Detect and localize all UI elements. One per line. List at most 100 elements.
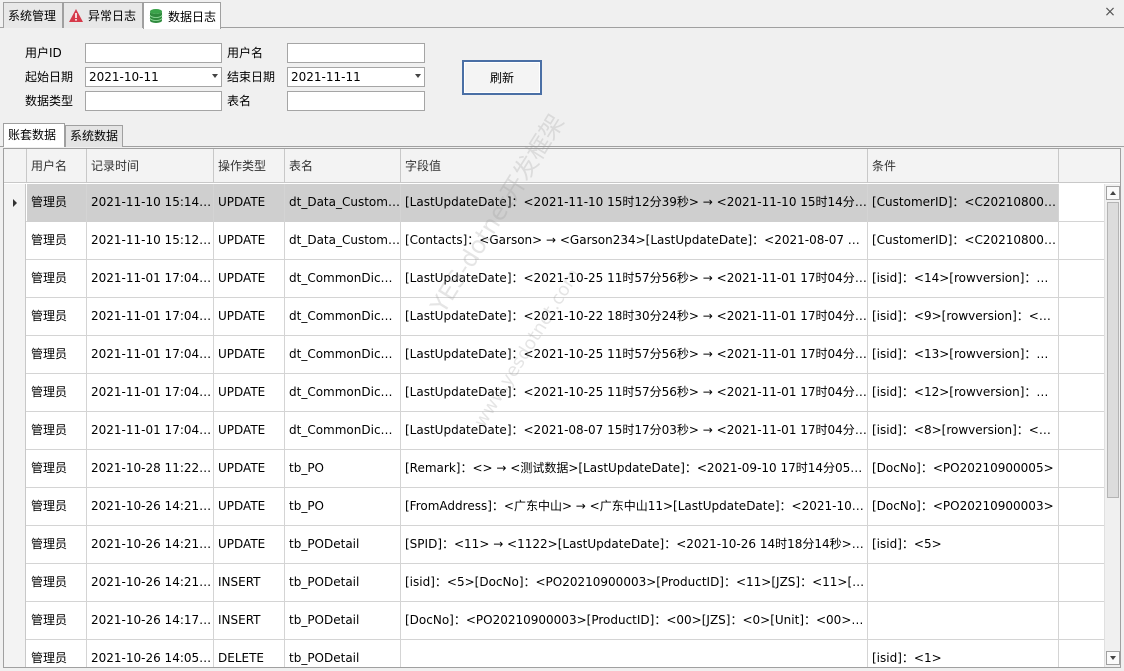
cell-operation[interactable]: UPDATE (214, 450, 285, 488)
cell-time[interactable]: 2021-11-01 17:04:59 (87, 412, 214, 450)
cell-fields[interactable]: [SPID]：<11> → <1122>[LastUpdateDate]：<20… (401, 526, 868, 564)
cell-fields[interactable]: [Remark]：<> → <测试数据>[LastUpdateDate]：<20… (401, 450, 868, 488)
cell-time[interactable]: 2021-10-26 14:21:30 (87, 564, 214, 602)
cell-time[interactable]: 2021-10-26 14:05:17 (87, 640, 214, 667)
vertical-scrollbar[interactable] (1104, 184, 1120, 667)
row-indicator[interactable] (4, 488, 26, 526)
scroll-down-button[interactable] (1106, 651, 1120, 665)
cell-user[interactable]: 管理员 (27, 412, 87, 450)
tab-data-log[interactable]: 数据日志 (143, 2, 221, 29)
cell-condition[interactable]: [isid]：<5> (868, 526, 1059, 564)
row-indicator[interactable] (4, 640, 26, 667)
row-indicator[interactable] (4, 412, 26, 450)
row-indicator[interactable] (4, 222, 26, 260)
cell-fields[interactable]: [LastUpdateDate]：<2021-10-25 11时57分56秒> … (401, 336, 868, 374)
cell-fields[interactable]: [Contacts]：<Garson> → <Garson234>[LastUp… (401, 222, 868, 260)
user-id-input[interactable] (85, 43, 222, 63)
cell-condition[interactable]: [isid]：<8>[rowversion]：<Sys... (868, 412, 1059, 450)
cell-condition[interactable]: [DocNo]：<PO20210900005> (868, 450, 1059, 488)
tab-system-data[interactable]: 系统数据 (65, 125, 123, 147)
dropdown-arrow-icon[interactable] (415, 74, 421, 78)
cell-fields[interactable]: [DocNo]：<PO20210900003>[ProductID]：<00>[… (401, 602, 868, 640)
column-header-user[interactable]: 用户名 (27, 149, 87, 183)
cell-operation[interactable]: INSERT (214, 602, 285, 640)
table-row[interactable]: 管理员 2021-11-01 17:04:59 UPDATE dt_CommonDic… (4, 336, 1104, 374)
cell-table[interactable]: tb_PODetail (285, 564, 401, 602)
cell-user[interactable]: 管理员 (27, 222, 87, 260)
cell-time[interactable]: 2021-10-26 14:21:58 (87, 488, 214, 526)
cell-user[interactable]: 管理员 (27, 184, 87, 222)
cell-fields[interactable]: [isid]：<5>[DocNo]：<PO20210900003>[Produc… (401, 564, 868, 602)
table-row[interactable]: 管理员 2021-10-26 14:05:17 DELETE tb_PODetail [… (4, 640, 1104, 667)
cell-fields[interactable]: [FromAddress]：<广东中山> → <广东中山11>[LastUpda… (401, 488, 868, 526)
user-name-input[interactable] (287, 43, 425, 63)
cell-operation[interactable]: UPDATE (214, 526, 285, 564)
cell-table[interactable]: dt_CommonDicData (285, 374, 401, 412)
cell-operation[interactable]: UPDATE (214, 222, 285, 260)
cell-user[interactable]: 管理员 (27, 336, 87, 374)
cell-condition[interactable]: [CustomerID]：<C2021080001> (868, 184, 1059, 222)
row-indicator[interactable] (4, 184, 26, 222)
cell-condition[interactable]: [isid]：<9>[rowversion]：<Sys... (868, 298, 1059, 336)
table-row[interactable]: 管理员 2021-11-01 17:04:59 UPDATE dt_CommonDic… (4, 298, 1104, 336)
table-row[interactable]: 管理员 2021-11-10 15:14:30 UPDATE dt_Data_Cust… (4, 184, 1104, 222)
tab-system-management[interactable]: 系统管理 (3, 2, 63, 28)
cell-fields[interactable]: [LastUpdateDate]：<2021-08-07 15时17分03秒> … (401, 412, 868, 450)
tab-account-data[interactable]: 账套数据 (3, 123, 65, 147)
cell-condition[interactable]: [DocNo]：<PO20210900003> (868, 488, 1059, 526)
cell-user[interactable]: 管理员 (27, 564, 87, 602)
table-row[interactable]: 管理员 2021-10-26 14:17:35 INSERT tb_PODetail[… (4, 602, 1104, 640)
cell-operation[interactable]: UPDATE (214, 374, 285, 412)
cell-time[interactable]: 2021-11-01 17:04:59 (87, 336, 214, 374)
cell-condition[interactable]: [isid]：<13>[rowversion]：<S... (868, 336, 1059, 374)
cell-user[interactable]: 管理员 (27, 488, 87, 526)
cell-table[interactable]: tb_PODetail (285, 526, 401, 564)
cell-time[interactable]: 2021-10-28 11:22:25 (87, 450, 214, 488)
cell-table[interactable]: tb_PO (285, 450, 401, 488)
cell-user[interactable]: 管理员 (27, 298, 87, 336)
cell-table[interactable]: tb_PODetail (285, 602, 401, 640)
row-indicator[interactable] (4, 336, 26, 374)
cell-condition[interactable] (868, 602, 1059, 640)
cell-time[interactable]: 2021-11-10 15:14:30 (87, 184, 214, 222)
table-row[interactable]: 管理员 2021-11-10 15:12:39 UPDATE dt_Data_Cust… (4, 222, 1104, 260)
cell-table[interactable]: tb_PODetail (285, 640, 401, 667)
cell-table[interactable]: dt_CommonDicData (285, 260, 401, 298)
cell-operation[interactable]: UPDATE (214, 336, 285, 374)
cell-user[interactable]: 管理员 (27, 450, 87, 488)
cell-operation[interactable]: UPDATE (214, 184, 285, 222)
cell-fields[interactable]: [LastUpdateDate]：<2021-11-10 15时12分39秒> … (401, 184, 868, 222)
cell-table[interactable]: dt_CommonDicData (285, 412, 401, 450)
cell-fields[interactable]: [LastUpdateDate]：<2021-10-22 18时30分24秒> … (401, 298, 868, 336)
cell-operation[interactable]: INSERT (214, 564, 285, 602)
cell-fields[interactable]: [LastUpdateDate]：<2021-10-25 11时57分56秒> … (401, 260, 868, 298)
column-header-fields[interactable]: 字段值 (401, 149, 868, 183)
table-row[interactable]: 管理员 2021-10-28 11:22:25 UPDATE tb_PO [Remark… (4, 450, 1104, 488)
column-header-time[interactable]: 记录时间 (87, 149, 214, 183)
cell-user[interactable]: 管理员 (27, 640, 87, 667)
cell-time[interactable]: 2021-10-26 14:17:35 (87, 602, 214, 640)
row-indicator[interactable] (4, 602, 26, 640)
cell-condition[interactable]: [isid]：<12>[rowversion]：<S... (868, 374, 1059, 412)
table-row[interactable]: 管理员 2021-11-01 17:04:59 UPDATE dt_CommonDic… (4, 412, 1104, 450)
row-indicator[interactable] (4, 450, 26, 488)
table-row[interactable]: 管理员 2021-11-01 17:04:59 UPDATE dt_CommonDic… (4, 374, 1104, 412)
scroll-up-button[interactable] (1106, 186, 1120, 200)
dropdown-arrow-icon[interactable] (212, 74, 218, 78)
column-header-table[interactable]: 表名 (285, 149, 401, 183)
data-type-input[interactable] (85, 91, 222, 111)
cell-time[interactable]: 2021-11-10 15:12:39 (87, 222, 214, 260)
cell-user[interactable]: 管理员 (27, 526, 87, 564)
row-indicator[interactable] (4, 564, 26, 602)
cell-table[interactable]: dt_Data_Customer (285, 222, 401, 260)
cell-fields[interactable]: [LastUpdateDate]：<2021-10-25 11时57分56秒> … (401, 374, 868, 412)
table-row[interactable]: 管理员 2021-10-26 14:21:30 INSERT tb_PODetail[… (4, 564, 1104, 602)
start-date-picker[interactable]: 2021-10-11 (85, 67, 222, 87)
tab-exception-log[interactable]: 异常日志 (63, 2, 143, 28)
cell-condition[interactable]: [CustomerID]：<C2021080001> (868, 222, 1059, 260)
cell-time[interactable]: 2021-11-01 17:04:59 (87, 374, 214, 412)
cell-table[interactable]: tb_PO (285, 488, 401, 526)
cell-user[interactable]: 管理员 (27, 602, 87, 640)
cell-operation[interactable]: DELETE (214, 640, 285, 667)
cell-table[interactable]: dt_CommonDicData (285, 298, 401, 336)
